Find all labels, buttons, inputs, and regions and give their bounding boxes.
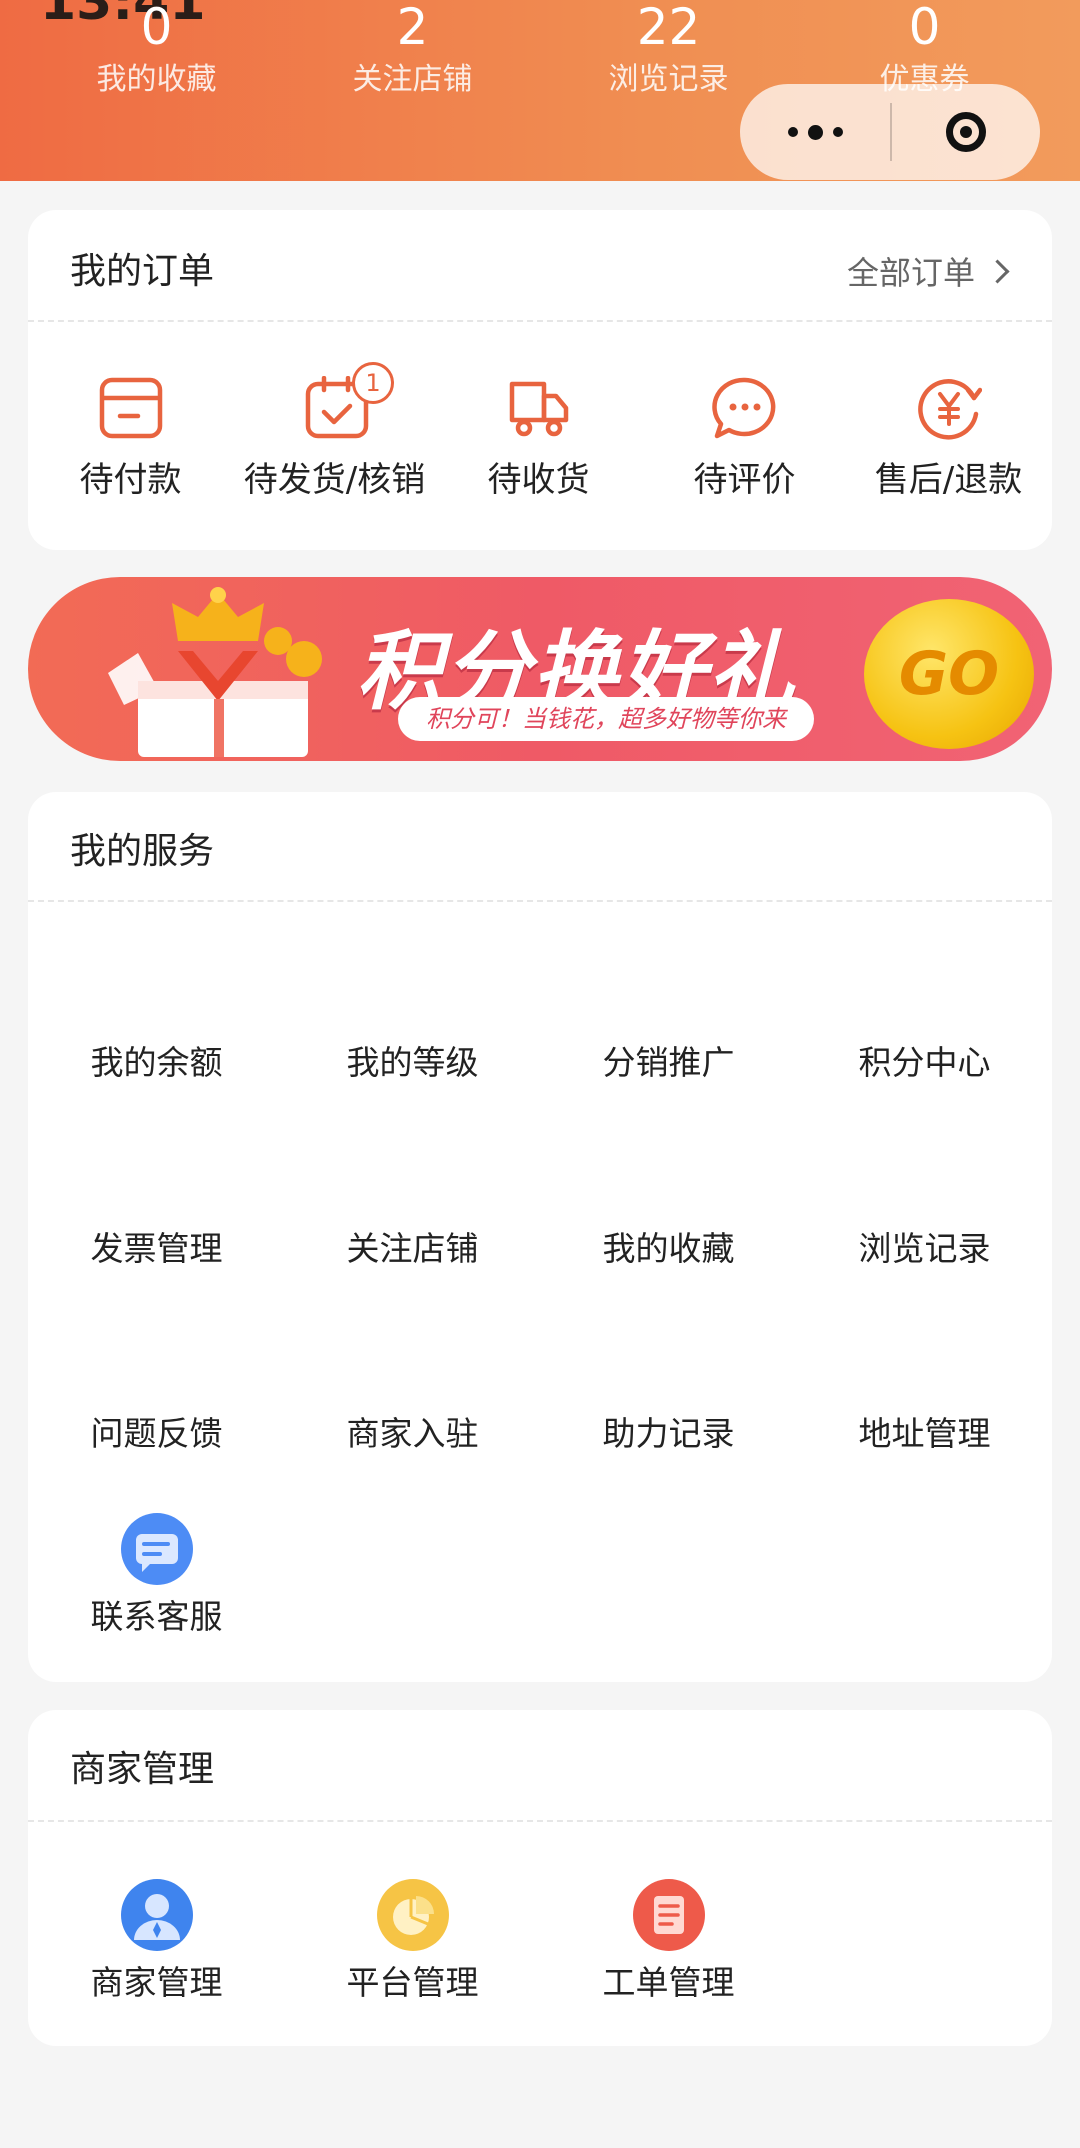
stat-value: 22 [636,0,701,56]
orders-title: 我的订单 [70,251,215,292]
merchant-item-label: 商家管理 [90,1963,223,2002]
merchant-divider [28,1820,1052,1822]
service-distribution[interactable]: 分销推广 [540,1036,797,1084]
merchant-item-label: 平台管理 [346,1963,479,2002]
order-item-after-sales[interactable]: 售后/退款 [846,370,1051,500]
dot-icon [832,127,843,137]
service-history[interactable]: 浏览记录 [796,1222,1053,1270]
service-balance[interactable]: 我的余额 [28,1036,285,1084]
go-button[interactable]: GO [864,599,1034,749]
order-item-label: 售后/退款 [874,460,1023,500]
dot-icon [787,127,798,137]
document-list-icon [633,1879,705,1951]
pie-chart-icon [377,1879,449,1951]
service-boost-records[interactable]: 助力记录 [540,1407,797,1455]
stat-value: 0 [908,0,941,56]
order-item-pending-review[interactable]: 待评价 [642,370,847,500]
points-exchange-banner[interactable]: 积分换好礼 积分可！当钱花，超多好物等你来 GO [28,577,1052,761]
order-badge: 1 [352,362,394,404]
service-merchant-join[interactable]: 商家入驻 [284,1407,541,1455]
chevron-right-icon [985,258,1010,284]
order-item-pending-receipt[interactable]: 待收货 [436,370,641,500]
stat-value: 2 [396,0,429,56]
wallet-icon [99,377,163,439]
services-divider [28,900,1052,902]
order-item-label: 待评价 [693,460,796,500]
stat-favorites[interactable]: 0 我的收藏 [28,0,285,100]
chat-bubble-icon [712,377,776,439]
order-item-label: 待付款 [79,460,182,500]
services-title: 我的服务 [70,831,215,872]
service-level[interactable]: 我的等级 [284,1036,541,1084]
target-close-icon [946,112,986,152]
service-invoice[interactable]: 发票管理 [28,1222,285,1270]
orders-divider [28,320,1052,322]
merchant-title: 商家管理 [70,1749,215,1790]
dot-icon [807,124,823,140]
work-order-management[interactable]: 工单管理 [540,1878,797,2002]
merchant-person-icon [121,1879,193,1951]
miniprogram-capsule [740,84,1040,180]
stat-label: 关注店铺 [352,62,473,97]
service-customer-support[interactable]: 联系客服 [28,1512,285,1636]
order-item-label: 待发货/核销 [243,460,426,500]
service-feedback[interactable]: 问题反馈 [28,1407,285,1455]
yen-refund-icon [918,379,982,440]
gift-box-crown-icon [108,587,322,757]
order-item-pending-shipment[interactable]: 1 待发货/核销 [232,362,437,500]
service-points-center[interactable]: 积分中心 [796,1036,1053,1084]
merchant-item-label: 工单管理 [602,1963,735,2002]
order-item-label: 待收货 [487,460,590,500]
customer-service-chat-icon [121,1513,193,1585]
service-followed-shops[interactable]: 关注店铺 [284,1222,541,1270]
more-menu-button[interactable] [740,84,890,180]
close-miniprogram-button[interactable] [892,84,1040,180]
service-favorites[interactable]: 我的收藏 [540,1222,797,1270]
platform-management[interactable]: 平台管理 [284,1878,541,2002]
profile-header: 13:41 0 我的收藏 2 关注店铺 22 浏览记录 0 优惠券 [0,0,1080,181]
service-address[interactable]: 地址管理 [796,1407,1053,1455]
all-orders-label: 全部订单 [846,254,975,292]
service-label: 联系客服 [90,1597,223,1636]
stat-label: 我的收藏 [96,62,217,97]
banner-subtitle: 积分可！当钱花，超多好物等你来 [398,697,814,741]
order-item-pending-payment[interactable]: 待付款 [28,370,233,500]
merchant-management[interactable]: 商家管理 [28,1878,285,2002]
stat-followed-shops[interactable]: 2 关注店铺 [284,0,541,100]
all-orders-link[interactable]: 全部订单 [846,248,1010,294]
stat-value: 0 [140,0,173,56]
truck-icon [509,381,569,437]
